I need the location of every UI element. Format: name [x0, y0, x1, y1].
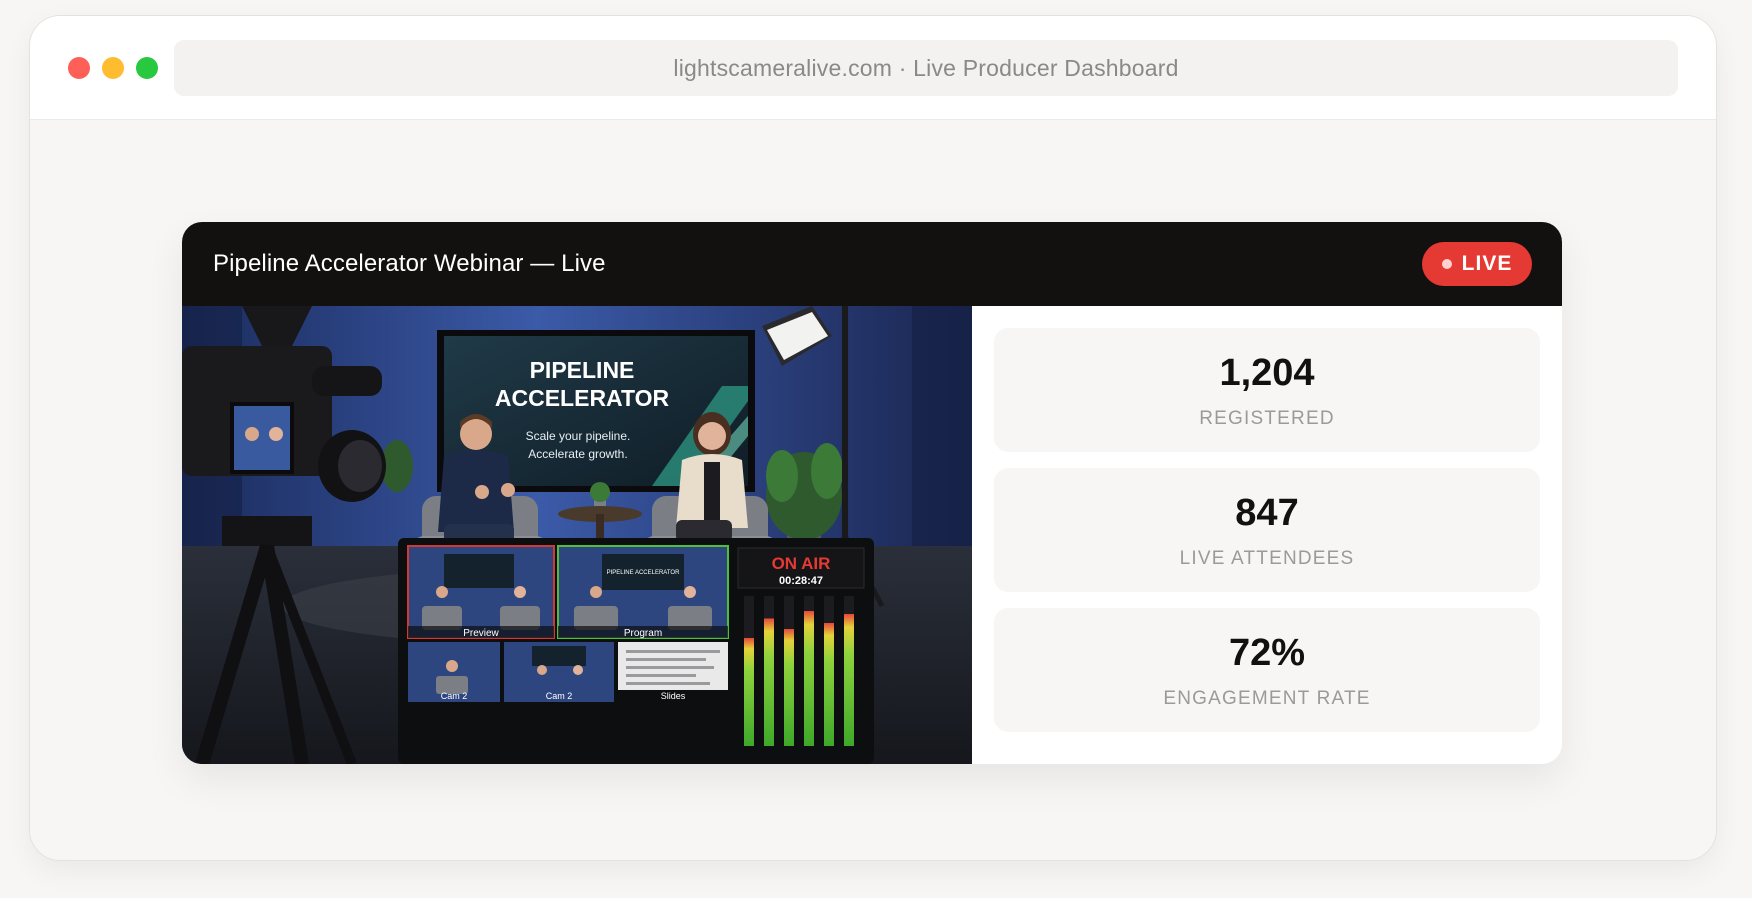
stat-engagement-rate-value: 72% — [1228, 632, 1306, 674]
screen-sub-line2: Accelerate growth. — [528, 447, 627, 461]
monitor-slides-label: Slides — [661, 691, 686, 701]
live-badge: LIVE — [1422, 242, 1532, 286]
stat-engagement-rate-label: ENGAGEMENT RATE — [1163, 688, 1371, 709]
live-badge-label: LIVE — [1461, 252, 1513, 275]
monitor-cam-label-1: Cam 2 — [441, 691, 468, 701]
audio-meter-bar — [824, 623, 834, 746]
on-air-label: ON AIR — [772, 554, 831, 573]
monitor-program-label: Program — [624, 628, 662, 639]
webinar-card: Pipeline Accelerator Webinar — Live LIVE — [182, 222, 1562, 764]
timecode: 00:28:47 — [779, 575, 823, 587]
maximize-window-button[interactable] — [136, 57, 158, 79]
stat-live-attendees: 847 LIVE ATTENDEES — [994, 468, 1540, 592]
stats-panel: 1,204 REGISTERED 847 LIVE ATTENDEES 72% … — [994, 328, 1540, 748]
stat-live-attendees-label: LIVE ATTENDEES — [1179, 548, 1355, 569]
browser-window: lightscameralive.com · Live Producer Das… — [30, 16, 1716, 860]
stat-live-attendees-value: 847 — [1235, 492, 1299, 534]
audio-meter-bar — [844, 614, 854, 746]
screen-sub-line1: Scale your pipeline. — [526, 429, 631, 443]
close-window-button[interactable] — [68, 57, 90, 79]
address-bar-text: lightscameralive.com · Live Producer Das… — [673, 54, 1179, 81]
screen-title-line1: PIPELINE — [530, 357, 635, 383]
audio-meter-bar — [804, 611, 814, 746]
webinar-title: Pipeline Accelerator Webinar — Live — [213, 250, 606, 277]
stat-engagement-rate: 72% ENGAGEMENT RATE — [994, 608, 1540, 732]
stat-registered-value: 1,204 — [1219, 352, 1315, 394]
monitor-cam-label-2: Cam 2 — [546, 691, 573, 701]
production-monitor: Preview PIPELINE ACCELERATOR Program Cam… — [398, 538, 874, 764]
address-bar[interactable]: lightscameralive.com · Live Producer Das… — [174, 40, 1678, 96]
monitor-mini-title: PIPELINE ACCELERATOR — [607, 570, 680, 576]
webinar-card-header: Pipeline Accelerator Webinar — Live LIVE — [182, 222, 1562, 306]
audio-meter-bar — [744, 638, 754, 746]
stat-registered: 1,204 REGISTERED — [994, 328, 1540, 452]
stat-registered-label: REGISTERED — [1199, 408, 1335, 429]
minimize-window-button[interactable] — [102, 57, 124, 79]
audio-meter-bar — [764, 618, 774, 746]
audio-meter-bar — [784, 629, 794, 746]
browser-titlebar: lightscameralive.com · Live Producer Das… — [30, 16, 1716, 120]
live-dot-icon — [1441, 259, 1452, 269]
live-video-feed[interactable]: PIPELINE ACCELERATOR Scale your pipeline… — [182, 306, 972, 764]
screen-title-line2: ACCELERATOR — [495, 385, 670, 411]
monitor-preview-label: Preview — [463, 628, 499, 639]
